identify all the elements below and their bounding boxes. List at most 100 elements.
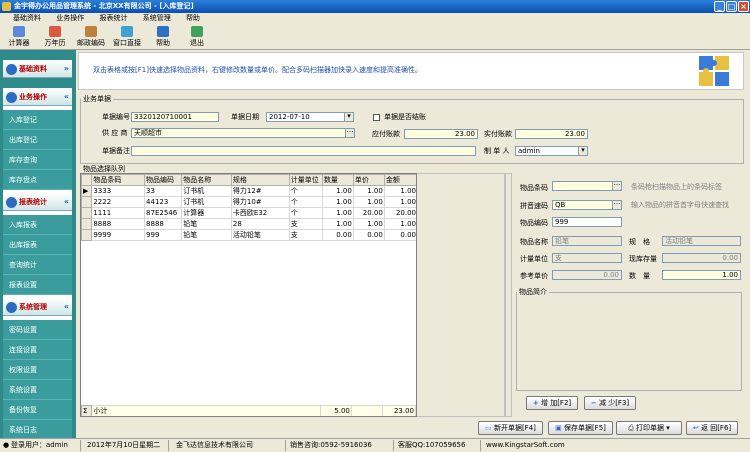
menu-bar: 基础资料 业务操作 报表统计 系统管理 帮助 — [0, 13, 750, 24]
qty-field[interactable]: 1.00 — [662, 270, 741, 280]
sidebar-head-basic[interactable]: 基础资料» — [3, 60, 72, 78]
more-icon[interactable]: ··· — [612, 201, 621, 209]
help-button[interactable]: 帮助 — [146, 26, 180, 48]
grid-empty-area — [417, 173, 505, 417]
col-unit[interactable]: 计量单位 — [288, 174, 323, 186]
sidebar-item-stock-out[interactable]: 出库登记 — [3, 130, 72, 150]
chevron-down-icon[interactable]: ▾ — [344, 113, 353, 121]
payable-field[interactable]: 23.00 — [404, 129, 478, 139]
sidebar-item-backup[interactable]: 备份恢复 — [3, 400, 72, 420]
status-user: 登录用户：admin — [11, 441, 68, 449]
back-button[interactable]: ↩ 返 回[F6] — [686, 421, 738, 435]
cell-barcode: 9999 — [91, 229, 146, 241]
col-barcode[interactable]: 物品条码 — [91, 174, 146, 186]
code-field[interactable]: 999 — [552, 217, 622, 227]
col-price[interactable]: 单价 — [352, 174, 385, 186]
print-doc-button[interactable]: ⎙ 打印单据 ▾ — [616, 421, 682, 435]
item-queue-table[interactable]: 物品条码 物品编码 物品名称 规格 计量单位 数量 单价 金额 ▶ 3333 33 订… — [80, 173, 417, 417]
cell-qty: 1.00 — [321, 207, 354, 219]
table-row[interactable]: 2222 44123 订书机 得力10# 个 1.00 1.00 1.00 — [81, 196, 416, 208]
new-doc-button[interactable]: ▭ 新开单据[F4] — [478, 421, 543, 435]
menu-reports[interactable]: 报表统计 — [99, 14, 127, 22]
sidebar-item-inventory-query[interactable]: 库存查询 — [3, 150, 72, 170]
sidebar-item-in-report[interactable]: 入库报表 — [3, 215, 72, 235]
status-site[interactable]: www.KingstarSoft.com — [486, 439, 565, 452]
sidebar-item-password[interactable]: 密码设置 — [3, 320, 72, 340]
window-button[interactable]: 窗口直接 — [110, 26, 144, 48]
item-desc-group: 物品简介 — [516, 287, 742, 391]
sidebar-item-inventory-check[interactable]: 库存盘点 — [3, 170, 72, 190]
subtotal-row: Σ 小计 5.00 23.00 — [81, 405, 416, 416]
calendar-button[interactable]: 万年历 — [38, 26, 72, 48]
cell-code: 999 — [144, 229, 183, 241]
col-code[interactable]: 物品编码 — [144, 174, 183, 186]
table-row[interactable]: 1111 87E2546 计算器 卡西欧E32 个 1.00 20.00 20.00 — [81, 207, 416, 219]
sidebar-item-system-settings[interactable]: 系统设置 — [3, 380, 72, 400]
item-detail-panel: 物品条码 ··· 条码枪扫描物品上的条码标签 拼音速码 QB ··· 输入物品的拼… — [512, 173, 744, 417]
help-icon — [157, 26, 169, 37]
exit-icon — [191, 26, 203, 37]
pinyin-field[interactable]: QB ··· — [552, 200, 622, 210]
maker-field[interactable]: admin ▾ — [515, 146, 588, 156]
menu-system[interactable]: 系统管理 — [143, 14, 171, 22]
status-bar: ● 登录用户：admin 2012年7月10日星期二 金飞达信息技术有限公司 销… — [0, 438, 750, 452]
cell-code: 44123 — [144, 196, 183, 208]
cell-unit: 支 — [288, 229, 323, 241]
barcode-field[interactable]: ··· — [552, 181, 622, 191]
doc-date-field[interactable]: 2012-07-10 ▾ — [266, 112, 354, 122]
sidebar-group-basic[interactable]: 基础资料» — [3, 60, 72, 78]
table-row[interactable]: 9999 999 铅笔 活动铅笔支 0.00 0.00 0.00 — [81, 229, 416, 241]
calculator-button[interactable]: 计算器 — [2, 26, 36, 48]
col-qty[interactable]: 数量 — [321, 174, 354, 186]
code-label: 物品编码 — [520, 219, 548, 227]
more-icon[interactable]: ··· — [345, 129, 354, 137]
chevron-down-icon[interactable]: ▾ — [578, 147, 587, 155]
col-spec[interactable]: 规格 — [230, 174, 290, 186]
sidebar-item-query-stats[interactable]: 查询统计 — [3, 255, 72, 275]
sidebar-item-stock-in[interactable]: 入库登记 — [3, 110, 72, 130]
paid-label: 实付账款 — [484, 130, 512, 138]
cell-name: 订书机 — [181, 196, 232, 208]
maximize-button[interactable]: □ — [726, 1, 737, 12]
add-button[interactable]: + 增 加[F2] — [526, 396, 578, 410]
sidebar-item-system-log[interactable]: 系统日志 — [3, 420, 72, 440]
menu-help[interactable]: 帮助 — [186, 14, 200, 22]
close-button[interactable]: × — [738, 1, 749, 12]
settled-checkbox[interactable] — [373, 114, 380, 121]
business-legend: 业务单据 — [83, 95, 111, 103]
col-amount[interactable]: 金额 — [383, 174, 416, 186]
exit-button[interactable]: 退出 — [180, 26, 214, 48]
save-icon: ▣ — [555, 424, 562, 432]
subtotal-qty: 5.00 — [319, 405, 352, 416]
reduce-button[interactable]: − 减 少[F3] — [584, 396, 636, 410]
menu-basic[interactable]: 基础资料 — [13, 14, 41, 22]
globe-icon — [6, 302, 17, 313]
sidebar-head-reports[interactable]: 报表统计 « — [3, 193, 72, 211]
postcode-button[interactable]: 邮政编码 — [74, 26, 108, 48]
menu-ops[interactable]: 业务操作 — [56, 14, 84, 22]
sidebar-item-out-report[interactable]: 出库报表 — [3, 235, 72, 255]
pinyin-label: 拼音速码 — [520, 202, 548, 210]
save-doc-button[interactable]: ▣ 保存单据[F5] — [548, 421, 613, 435]
supplier-field[interactable]: 天顺超市 ··· — [131, 128, 355, 138]
table-row[interactable]: 8888 8888 铅笔 28 支 1.00 1.00 1.00 — [81, 218, 416, 230]
cell-amount: 1.00 — [383, 185, 416, 197]
hint-banner: 双击表格或按[F1]快速选择物品资料，右键修改数量或单价。配合多码扫描器加快录入… — [78, 52, 744, 90]
sidebar-head-system[interactable]: 系统管理 « — [3, 298, 72, 316]
paid-field[interactable]: 23.00 — [515, 129, 588, 139]
note-field[interactable] — [131, 146, 476, 156]
minimize-button[interactable]: _ — [714, 1, 725, 12]
col-name[interactable]: 物品名称 — [181, 174, 232, 186]
grid-scrollbar[interactable] — [505, 173, 512, 417]
sidebar-item-report-settings[interactable]: 报表设置 — [3, 275, 72, 295]
name-field: 铅笔 — [552, 236, 622, 246]
cell-qty: 1.00 — [321, 196, 354, 208]
sidebar-item-permissions[interactable]: 权限设置 — [3, 360, 72, 380]
sidebar-head-ops[interactable]: 业务操作 « — [3, 88, 72, 106]
more-icon[interactable]: ··· — [612, 182, 621, 190]
doc-no-field[interactable]: 3320120710001 — [131, 112, 219, 122]
sidebar-item-connection[interactable]: 连接设置 — [3, 340, 72, 360]
row-header-corner — [81, 174, 93, 186]
spec-field: 活动铅笔 — [662, 236, 741, 246]
table-row[interactable]: ▶ 3333 33 订书机 得力12# 个 1.00 1.00 1.00 — [81, 185, 416, 197]
